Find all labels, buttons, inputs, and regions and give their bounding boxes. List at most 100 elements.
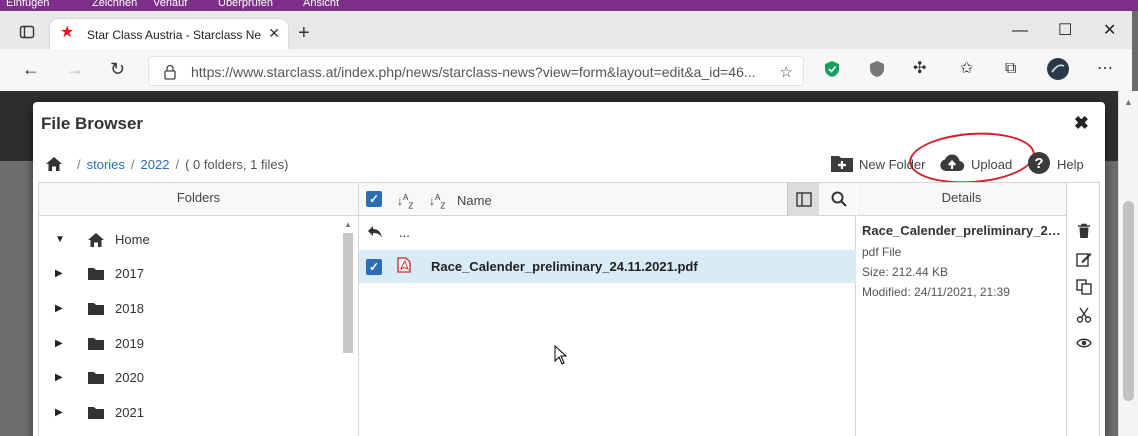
- back-icon[interactable]: ←: [22, 59, 40, 79]
- home-icon[interactable]: [45, 156, 63, 172]
- pdf-file-icon: [397, 257, 411, 276]
- tree-item-label: 2021: [115, 405, 144, 420]
- profile-avatar[interactable]: [1046, 57, 1070, 86]
- reply-back-icon: [367, 225, 383, 242]
- tree-item-label: Home: [115, 232, 150, 247]
- tree-item-2019[interactable]: ▶ 2019: [39, 329, 339, 359]
- help-button[interactable]: ? Help: [1027, 150, 1084, 178]
- new-folder-icon: [830, 153, 854, 176]
- add-favorite-icon[interactable]: ☆: [780, 63, 793, 81]
- page-scrollbar[interactable]: ▲: [1118, 91, 1138, 436]
- tree-item-2021[interactable]: ▶ 2021: [39, 398, 339, 428]
- edit-icon[interactable]: [1076, 251, 1092, 267]
- file-row[interactable]: ✓ Race_Calender_preliminary_24.11.2021.p…: [359, 250, 856, 283]
- select-all-checkbox[interactable]: ✓: [366, 191, 382, 207]
- caret-down-icon[interactable]: ▼: [55, 234, 65, 245]
- tree-item-label: 2018: [115, 301, 144, 316]
- menu-item-ueberpruefen[interactable]: Überprüfen: [218, 0, 273, 9]
- folders-header: Folders: [39, 183, 358, 216]
- tree-item-2017[interactable]: ▶ 2017: [39, 259, 339, 289]
- tree-item-label: 2019: [115, 336, 144, 351]
- tab-title: Star Class Austria - Starclass News: [87, 28, 261, 42]
- folders-scrollbar-thumb[interactable]: [343, 233, 353, 353]
- parent-folder-label: ...: [399, 225, 410, 240]
- tab-close-icon[interactable]: ✕: [268, 25, 280, 42]
- favorites-icon[interactable]: ✩: [960, 60, 973, 78]
- new-folder-button[interactable]: New Folder: [830, 150, 925, 178]
- tree-item-label: 2020: [115, 370, 144, 385]
- name-column-header[interactable]: Name: [457, 193, 492, 208]
- details-header: Details: [857, 183, 1066, 216]
- svg-text:?: ?: [1034, 155, 1043, 172]
- upload-label: Upload: [971, 156, 1013, 172]
- lock-icon[interactable]: [163, 64, 177, 83]
- menu-item-verlauf[interactable]: Verlauf: [153, 0, 187, 9]
- breadcrumb: / stories / 2022 / ( 0 folders, 1 files): [45, 154, 288, 174]
- address-bar[interactable]: https://www.starclass.at/index.php/news/…: [148, 56, 804, 86]
- search-button[interactable]: [821, 183, 855, 216]
- tab-strip: ★ Star Class Austria - Starclass News ✕ …: [0, 11, 1132, 49]
- window-close-icon[interactable]: ✕: [1103, 23, 1116, 39]
- tab-actions-icon[interactable]: [10, 21, 44, 43]
- browser-window: ★ Star Class Austria - Starclass News ✕ …: [0, 11, 1132, 91]
- collections-icon[interactable]: ⧉: [1005, 60, 1016, 78]
- modal-title: File Browser: [41, 114, 144, 133]
- caret-right-icon[interactable]: ▶: [55, 407, 63, 418]
- caret-right-icon[interactable]: ▶: [55, 372, 63, 383]
- files-header: ✓ ↓AZ ↓AZ Name: [359, 183, 856, 216]
- sort-ascending-icon[interactable]: ↓AZ: [397, 191, 413, 213]
- star-favicon-icon: ★: [60, 24, 75, 41]
- mouse-cursor-icon: [554, 344, 568, 368]
- menu-item-zeichnen[interactable]: Zeichnen: [92, 0, 137, 9]
- home-icon: [87, 232, 105, 251]
- scroll-up-arrow-icon[interactable]: ▲: [1124, 97, 1133, 107]
- forward-icon[interactable]: →: [66, 59, 84, 79]
- folders-scrollbar[interactable]: ▲: [341, 217, 355, 436]
- menu-item-einfuegen[interactable]: Einfügen: [6, 0, 49, 9]
- modal-close-button[interactable]: ✖: [1074, 113, 1089, 134]
- file-checkbox[interactable]: ✓: [366, 259, 382, 275]
- scroll-up-arrow-icon[interactable]: ▲: [344, 220, 352, 229]
- details-file-modified: Modified: 24/11/2021, 21:39: [862, 285, 1010, 299]
- folder-icon: [87, 301, 105, 319]
- refresh-icon[interactable]: ↻: [110, 59, 125, 79]
- folder-icon: [87, 266, 105, 284]
- more-menu-icon[interactable]: ⋯: [1097, 60, 1113, 78]
- new-tab-icon[interactable]: +: [298, 23, 310, 43]
- help-label: Help: [1057, 156, 1084, 172]
- details-pane: Details Race_Calender_preliminary_24.11.…: [857, 183, 1067, 436]
- upload-button[interactable]: Upload: [939, 150, 1012, 178]
- tree-item-home[interactable]: ▼ Home: [39, 225, 339, 255]
- details-file-name: Race_Calender_preliminary_24.11.2021.pdf: [862, 223, 1062, 238]
- minimize-icon[interactable]: —: [1012, 23, 1028, 39]
- parent-folder-row[interactable]: ...: [359, 217, 856, 250]
- page-scrollbar-thumb[interactable]: [1123, 201, 1134, 401]
- privacy-extension-icon[interactable]: [869, 60, 885, 83]
- tree-item-2020[interactable]: ▶ 2020: [39, 363, 339, 393]
- browser-tab[interactable]: ★ Star Class Austria - Starclass News ✕: [50, 19, 288, 49]
- url-text[interactable]: https://www.starclass.at/index.php/news/…: [191, 64, 765, 80]
- extensions-puzzle-icon[interactable]: ✣: [913, 60, 926, 78]
- breadcrumb-separator: /: [77, 156, 81, 172]
- breadcrumb-separator: /: [130, 156, 135, 172]
- breadcrumb-2022[interactable]: 2022: [141, 157, 170, 172]
- caret-right-icon[interactable]: ▶: [55, 338, 63, 349]
- word-menu-strip: Einfügen Zeichnen Verlauf Überprüfen Ans…: [0, 0, 1138, 11]
- toggle-view-button[interactable]: [787, 183, 819, 216]
- caret-right-icon[interactable]: ▶: [55, 303, 63, 314]
- file-actions-toolbar: [1068, 217, 1100, 436]
- tree-item-label: 2017: [115, 266, 144, 281]
- breadcrumb-stories[interactable]: stories: [87, 157, 125, 172]
- cut-scissors-icon[interactable]: [1076, 307, 1092, 323]
- cloud-upload-icon: [939, 153, 965, 176]
- shield-extension-icon[interactable]: [824, 60, 840, 83]
- maximize-icon[interactable]: ☐: [1058, 23, 1072, 39]
- file-name[interactable]: Race_Calender_preliminary_24.11.2021.pdf: [431, 259, 698, 274]
- tree-item-2018[interactable]: ▶ 2018: [39, 294, 339, 324]
- trash-icon[interactable]: [1076, 223, 1092, 239]
- sort-descending-icon[interactable]: ↓AZ: [429, 191, 445, 213]
- copy-icon[interactable]: [1076, 279, 1092, 295]
- caret-right-icon[interactable]: ▶: [55, 268, 63, 279]
- menu-item-ansicht[interactable]: Ansicht: [303, 0, 339, 9]
- preview-eye-icon[interactable]: [1076, 335, 1092, 351]
